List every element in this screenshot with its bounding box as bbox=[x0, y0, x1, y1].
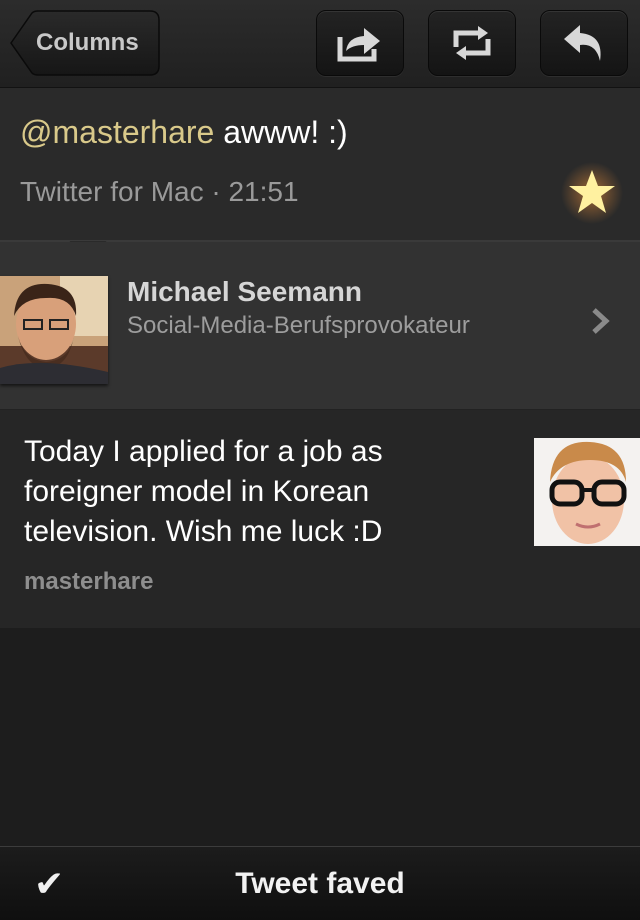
author-bio: Social-Media-Berufsprovokateur bbox=[127, 312, 470, 339]
retweet-button[interactable] bbox=[428, 10, 516, 76]
original-user-avatar bbox=[534, 438, 640, 546]
original-tweet-line: foreigner model in Korean bbox=[24, 475, 370, 508]
tweet-source-time: Twitter for Mac · 21:51 bbox=[20, 176, 299, 207]
retweet-icon bbox=[453, 26, 491, 60]
tweet-body: awww! :) bbox=[214, 114, 348, 150]
original-tweet-line: Today I applied for a job as bbox=[24, 435, 383, 468]
author-profile-row[interactable]: Michael Seemann Social-Media-Berufsprovo… bbox=[0, 242, 640, 410]
reply-icon bbox=[564, 25, 601, 61]
mention-link[interactable]: @masterhare bbox=[20, 114, 214, 150]
back-button-columns[interactable]: Columns bbox=[10, 10, 160, 76]
chevron-right-icon bbox=[592, 308, 610, 334]
back-button-label: Columns bbox=[36, 29, 139, 56]
original-tweet-user: masterhare bbox=[24, 568, 154, 595]
author-avatar bbox=[0, 276, 108, 384]
empty-area bbox=[0, 628, 640, 846]
share-icon bbox=[337, 28, 380, 62]
favorite-star-icon[interactable] bbox=[561, 162, 623, 224]
reply-button[interactable] bbox=[540, 10, 628, 76]
share-button[interactable] bbox=[316, 10, 404, 76]
author-name: Michael Seemann bbox=[127, 276, 362, 307]
top-toolbar: Columns bbox=[0, 0, 640, 88]
tweet-text: @masterhare awww! :) bbox=[20, 114, 348, 151]
status-message: Tweet faved bbox=[235, 867, 405, 900]
in-reply-to-tweet[interactable]: Today I applied for a job as foreigner m… bbox=[0, 410, 640, 628]
original-tweet-text: Today I applied for a job as foreigner m… bbox=[24, 432, 504, 552]
status-bar: ✔ Tweet faved bbox=[0, 846, 640, 920]
original-tweet-line: television. Wish me luck :D bbox=[24, 515, 383, 548]
tweet-detail: @masterhare awww! :) Twitter for Mac · 2… bbox=[0, 88, 640, 242]
